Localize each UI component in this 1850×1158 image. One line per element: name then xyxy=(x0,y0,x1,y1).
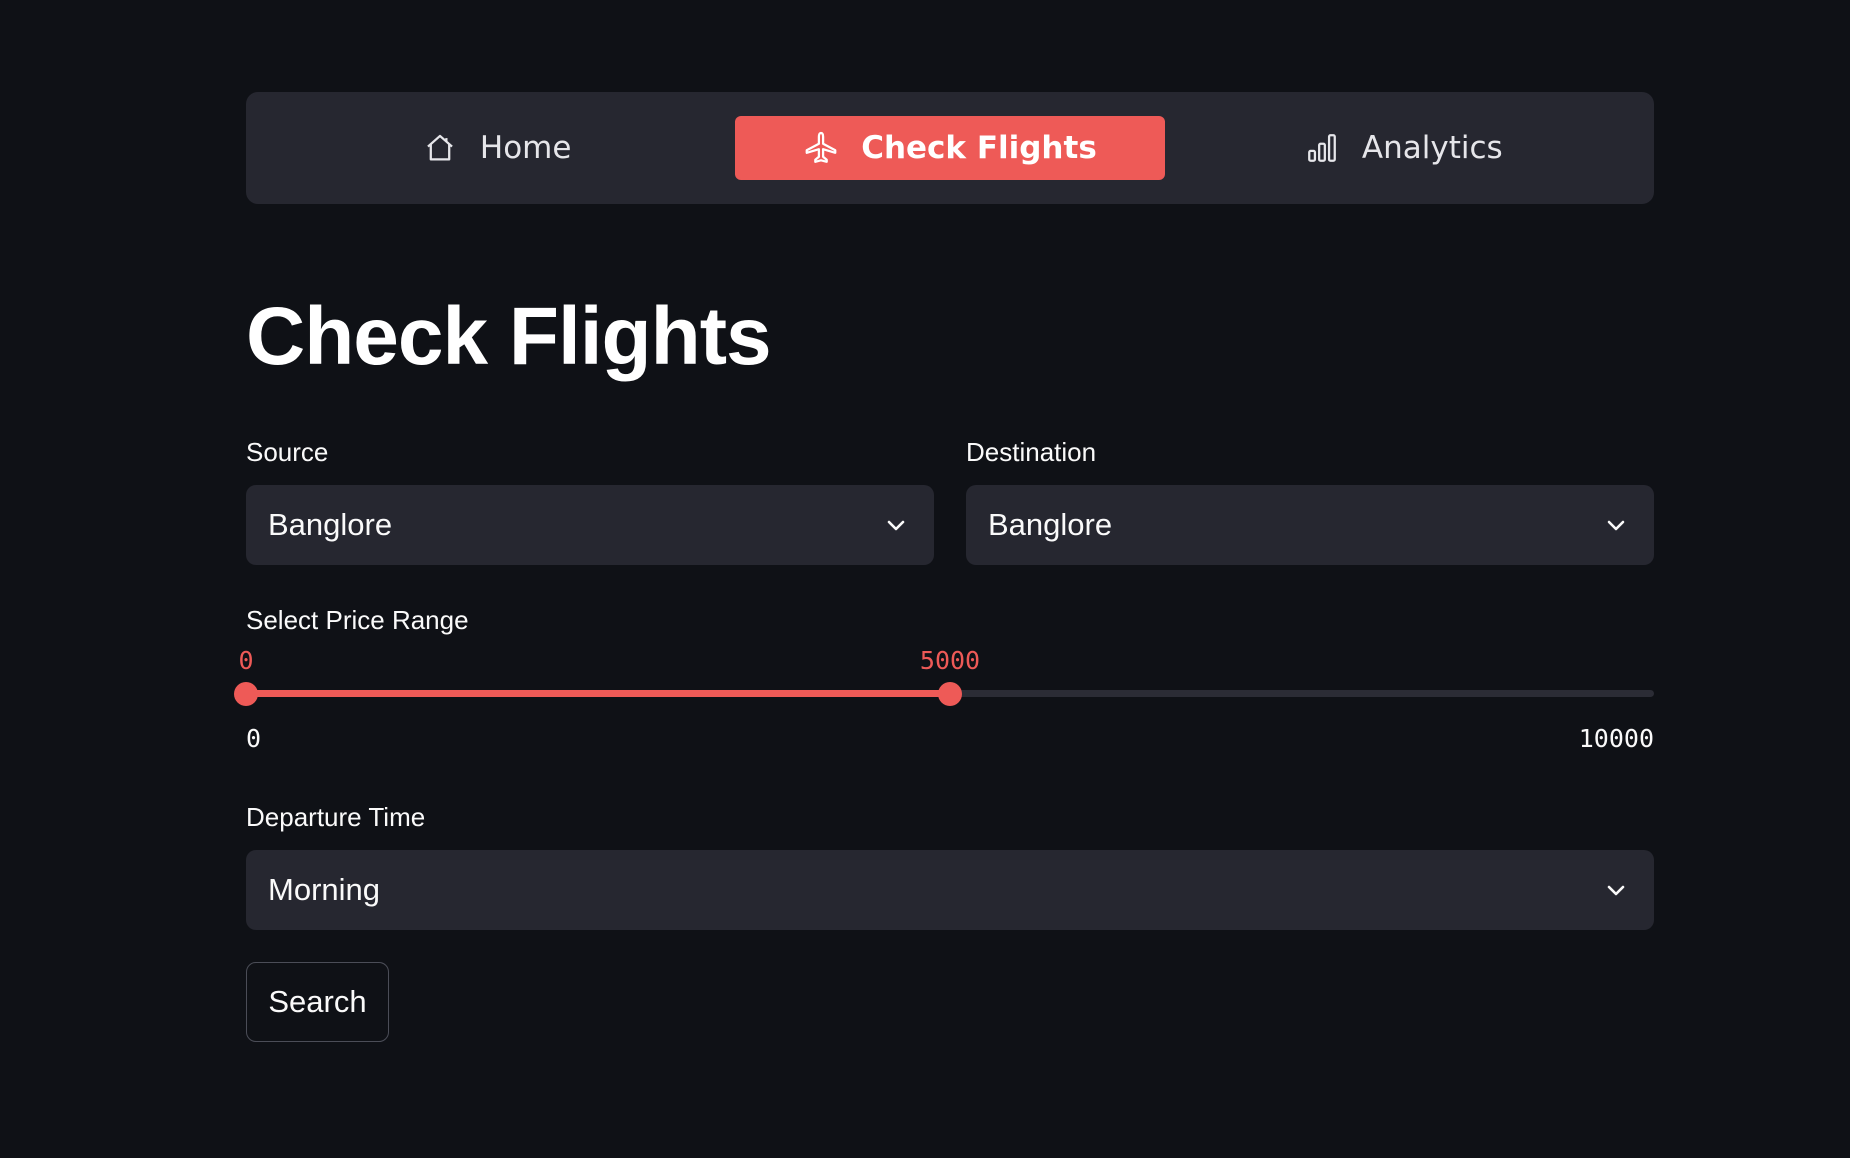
slider-low-value: 0 xyxy=(238,646,254,675)
slider-min-label: 0 xyxy=(246,724,262,753)
chevron-down-icon xyxy=(882,511,910,539)
nav-item-analytics[interactable]: Analytics xyxy=(1189,116,1618,180)
price-range-slider[interactable]: 0 5000 0 10000 xyxy=(234,640,1654,760)
nav-item-check-flights-label: Check Flights xyxy=(861,130,1097,166)
search-button[interactable]: Search xyxy=(246,962,389,1042)
chevron-down-icon xyxy=(1602,876,1630,904)
departure-time-select-value: Morning xyxy=(268,872,380,907)
source-select-value: Banglore xyxy=(268,507,393,542)
destination-select-value: Banglore xyxy=(988,507,1113,542)
slider-max-label: 10000 xyxy=(1578,724,1654,753)
slider-thumb-high[interactable] xyxy=(938,682,962,706)
nav-item-analytics-label: Analytics xyxy=(1361,130,1503,166)
departure-time-select[interactable]: Morning xyxy=(246,850,1654,930)
home-icon xyxy=(422,130,458,166)
departure-time-label: Departure Time xyxy=(246,802,426,832)
slider-selected-range xyxy=(246,690,950,697)
nav-item-check-flights[interactable]: Check Flights xyxy=(735,116,1165,180)
airplane-icon xyxy=(803,130,839,166)
slider-thumb-low[interactable] xyxy=(234,682,258,706)
nav-item-home[interactable]: Home xyxy=(282,116,711,180)
bar-chart-icon xyxy=(1304,130,1340,166)
source-label: Source xyxy=(246,437,329,467)
destination-select[interactable]: Banglore xyxy=(966,485,1654,565)
page-title: Check Flights xyxy=(246,291,772,382)
slider-high-value: 5000 xyxy=(919,646,981,675)
nav-item-home-label: Home xyxy=(479,130,572,166)
destination-label: Destination xyxy=(966,437,1097,467)
chevron-down-icon xyxy=(1602,511,1630,539)
top-navigation: Home Check Flights Analytics xyxy=(246,92,1654,204)
app-root: Home Check Flights Analytics Check Fligh… xyxy=(0,0,1850,1158)
price-range-label: Select Price Range xyxy=(246,605,469,635)
source-select[interactable]: Banglore xyxy=(246,485,934,565)
